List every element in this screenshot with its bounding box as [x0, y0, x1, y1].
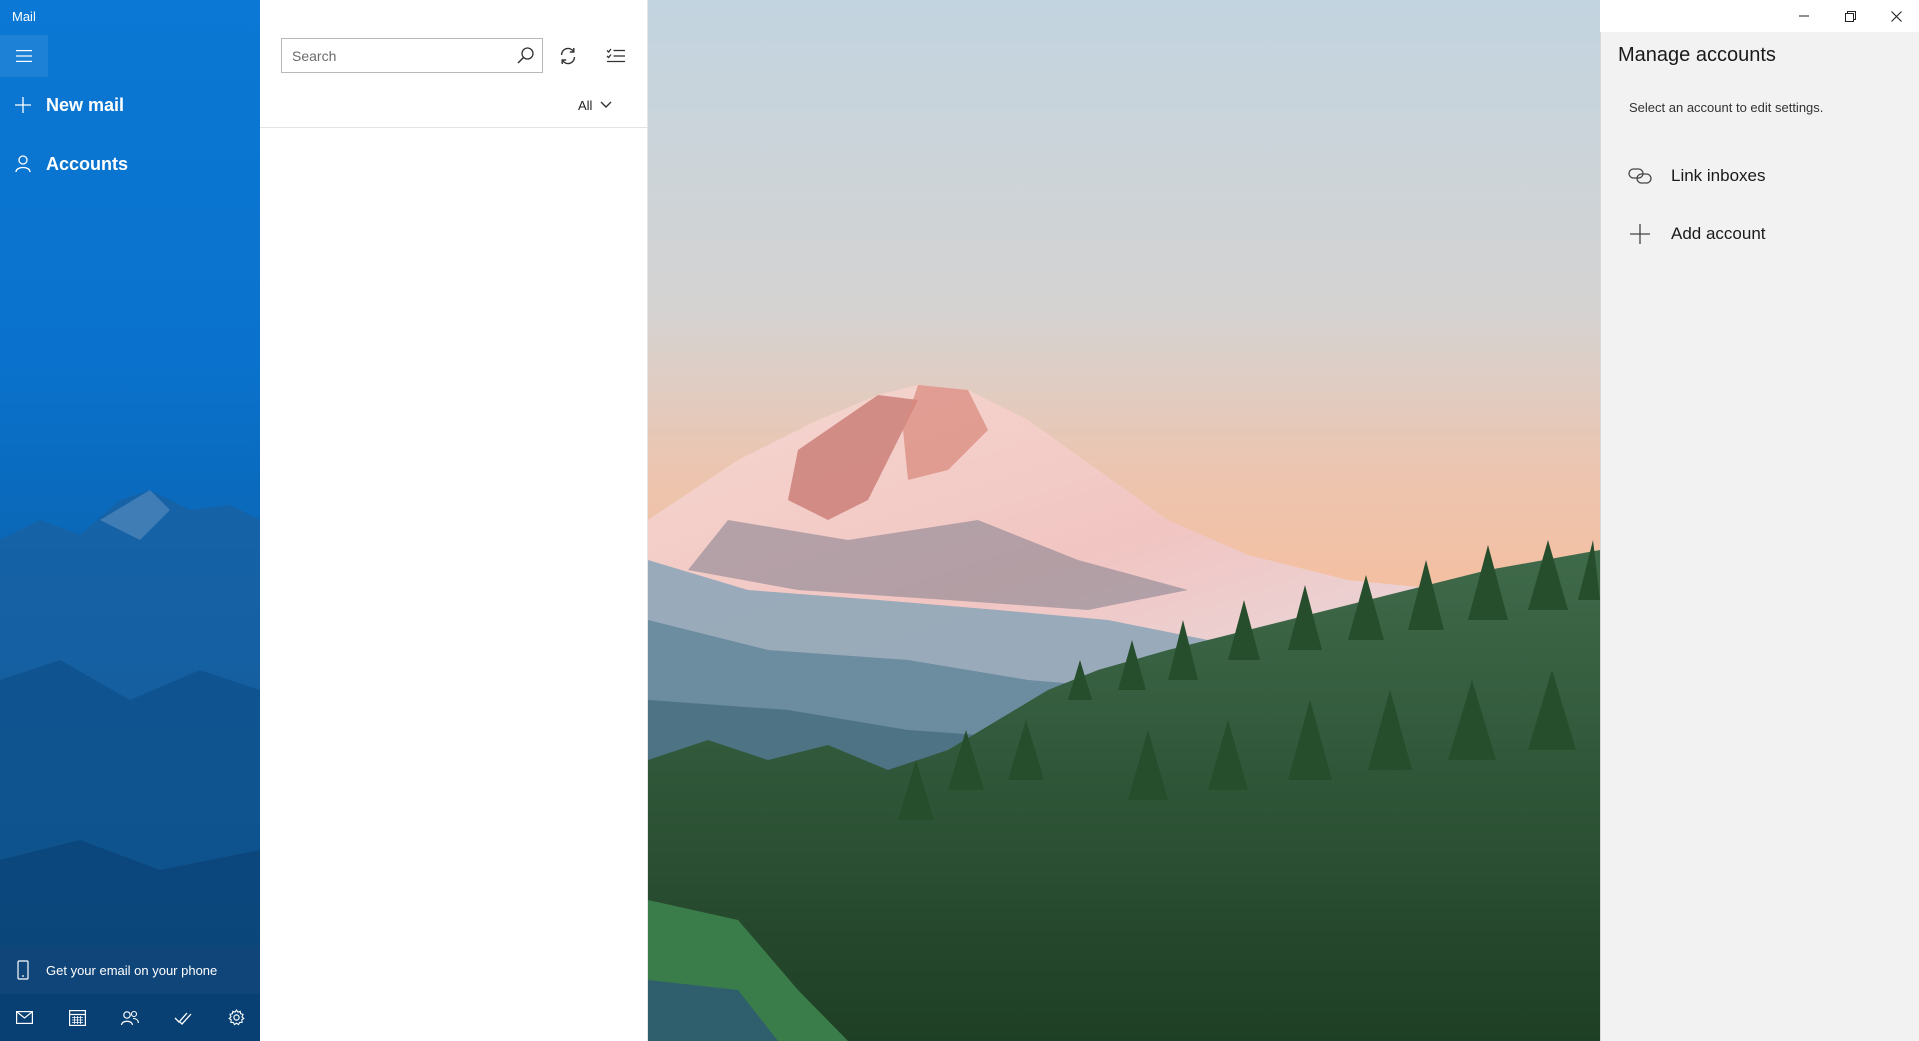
phone-promo-link[interactable]: Get your email on your phone — [0, 946, 260, 994]
plus-icon — [0, 97, 46, 113]
sync-icon — [560, 47, 576, 65]
search-icon — [516, 47, 534, 64]
todo-switch-button[interactable] — [167, 1002, 199, 1034]
landscape-background-image — [648, 0, 1600, 1041]
app-title: Mail — [12, 9, 36, 24]
phone-icon — [0, 960, 46, 980]
minimize-button[interactable] — [1781, 0, 1827, 32]
manage-accounts-panel: Manage accounts Select an account to edi… — [1600, 32, 1919, 1041]
selection-mode-button[interactable] — [598, 38, 634, 74]
add-account-label: Add account — [1671, 224, 1766, 243]
link-inboxes-button[interactable]: Link inboxes — [1601, 154, 1919, 198]
link-inboxes-label: Link inboxes — [1671, 166, 1766, 185]
mail-switch-button[interactable] — [8, 1002, 40, 1034]
accounts-label: Accounts — [46, 153, 129, 174]
mail-icon — [15, 1011, 33, 1024]
app-switcher-bar — [0, 994, 260, 1041]
calendar-icon — [68, 1009, 86, 1026]
search-box — [281, 38, 543, 73]
checklist-icon — [606, 48, 625, 63]
window-controls — [1781, 0, 1919, 32]
reading-pane-background — [648, 0, 1600, 1041]
panel-title: Manage accounts — [1618, 44, 1776, 66]
minimize-icon — [1799, 15, 1809, 17]
add-account-button[interactable]: Add account — [1601, 212, 1919, 256]
search-input[interactable] — [282, 39, 508, 72]
list-divider — [260, 127, 648, 128]
people-icon — [121, 1010, 139, 1025]
restore-icon — [1844, 10, 1856, 22]
people-switch-button[interactable] — [114, 1002, 146, 1034]
new-mail-label: New mail — [46, 94, 125, 115]
panel-subtitle: Select an account to edit settings. — [1629, 100, 1824, 115]
accounts-button[interactable]: Accounts — [0, 142, 260, 186]
phone-promo-label: Get your email on your phone — [46, 962, 218, 978]
close-icon — [1890, 10, 1902, 22]
filter-label: All — [578, 97, 593, 113]
calendar-switch-button[interactable] — [61, 1002, 93, 1034]
navigation-pane: Mail New mail Accounts Get your email on… — [0, 0, 260, 1041]
hamburger-menu-button[interactable] — [0, 35, 48, 77]
close-button[interactable] — [1873, 0, 1919, 32]
settings-button[interactable] — [220, 1002, 252, 1034]
restore-button[interactable] — [1827, 0, 1873, 32]
person-icon — [0, 155, 46, 173]
settings-icon — [227, 1009, 245, 1026]
todo-icon — [174, 1012, 192, 1025]
message-list-pane: All — [260, 0, 648, 1041]
hamburger-icon — [16, 50, 32, 62]
filter-dropdown[interactable]: All — [578, 92, 612, 118]
new-mail-button[interactable]: New mail — [0, 83, 260, 127]
link-icon — [1601, 168, 1671, 184]
search-button[interactable] — [508, 39, 542, 72]
chevron-down-icon — [600, 101, 612, 108]
sync-button[interactable] — [550, 38, 586, 74]
plus-icon — [1601, 224, 1671, 244]
